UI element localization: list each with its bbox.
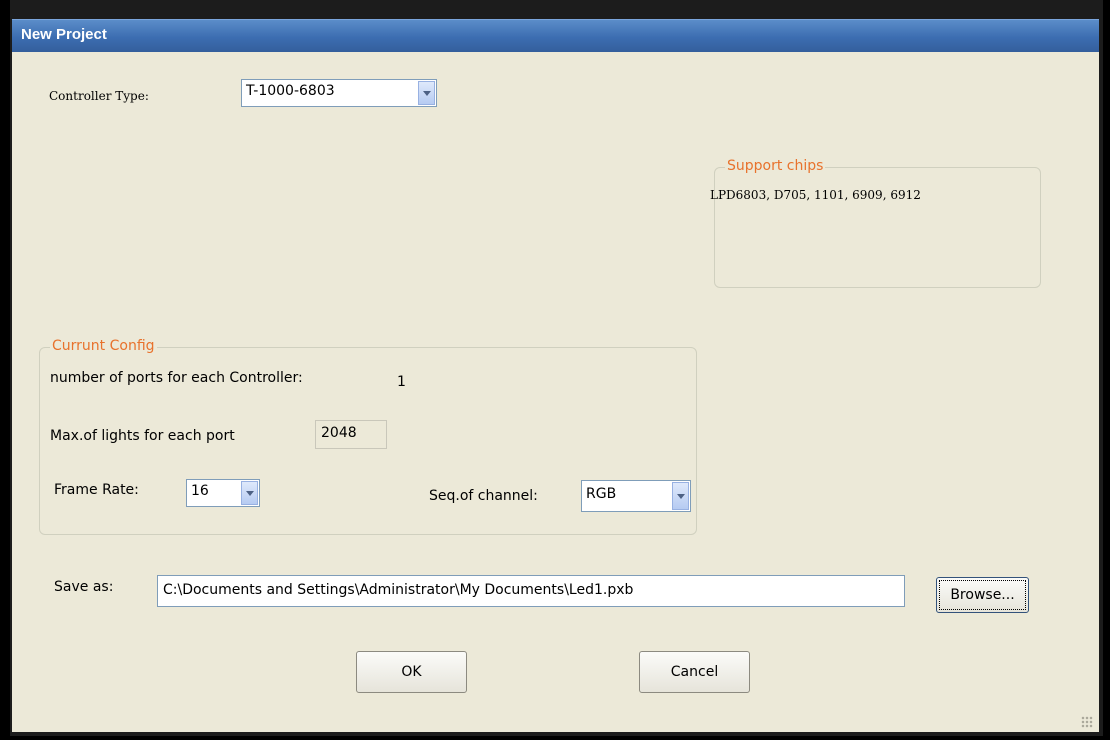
max-lights-label: Max.of lights for each port (50, 428, 235, 444)
save-as-label: Save as: (54, 579, 114, 595)
seq-channel-value: RGB (586, 486, 617, 502)
save-path-value: C:\Documents and Settings\Administrator\… (163, 582, 634, 598)
controller-type-value: T-1000-6803 (246, 83, 335, 99)
dialog-title: New Project (21, 26, 107, 43)
controller-type-dropdown-button[interactable] (418, 81, 435, 105)
controller-type-select[interactable]: T-1000-6803 (241, 79, 437, 107)
current-config-group: Currunt Config number of ports for each … (39, 338, 697, 535)
frame-rate-select[interactable]: 16 (186, 479, 260, 507)
browse-button[interactable]: Browse... (936, 577, 1029, 613)
current-config-legend: Currunt Config (50, 338, 157, 354)
save-path-input[interactable]: C:\Documents and Settings\Administrator\… (157, 575, 905, 607)
frame-rate-value: 16 (191, 483, 209, 499)
cancel-button[interactable]: Cancel (639, 651, 750, 693)
chevron-down-icon (246, 491, 254, 496)
controller-type-label: Controller Type: (49, 89, 149, 103)
support-chips-text: LPD6803, D705, 1101, 6909, 6912 (710, 188, 921, 202)
title-bar[interactable]: New Project (12, 19, 1099, 52)
seq-channel-dropdown-button[interactable] (672, 482, 689, 510)
max-lights-field: 2048 (315, 420, 387, 449)
ok-button[interactable]: OK (356, 651, 467, 693)
support-chips-group: Support chips LPD6803, D705, 1101, 6909,… (710, 158, 1041, 288)
chevron-down-icon (677, 494, 685, 499)
seq-channel-select[interactable]: RGB (581, 480, 691, 512)
ports-label: number of ports for each Controller: (50, 370, 303, 386)
seq-channel-label: Seq.of channel: (429, 488, 538, 504)
support-chips-legend: Support chips (725, 158, 826, 174)
frame-rate-dropdown-button[interactable] (241, 481, 258, 505)
chevron-down-icon (423, 91, 431, 96)
dialog-body: Controller Type: T-1000-6803 Support chi… (12, 52, 1099, 732)
frame-rate-label: Frame Rate: (54, 482, 139, 498)
resize-grip-icon[interactable] (1081, 716, 1093, 728)
ports-value: 1 (397, 374, 406, 390)
max-lights-value: 2048 (321, 425, 357, 441)
